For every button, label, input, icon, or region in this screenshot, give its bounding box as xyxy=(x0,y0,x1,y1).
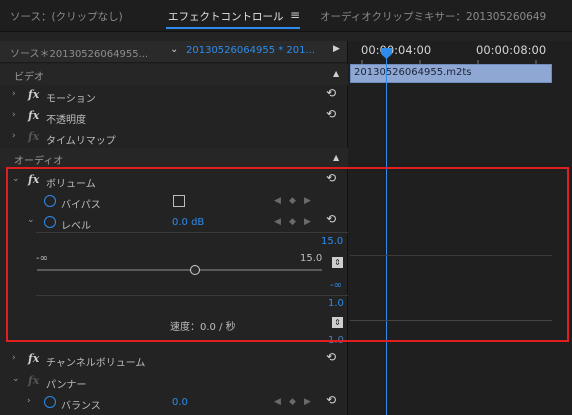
add-keyframe-icon[interactable]: ◆ xyxy=(289,397,296,407)
clip-name: 20130526064955.m2ts xyxy=(354,67,472,78)
next-keyframe-icon[interactable]: ▶ xyxy=(304,397,311,407)
source-clip-label[interactable]: ソース＊20130526064955... xyxy=(10,45,148,60)
chevron-right-icon[interactable]: › xyxy=(12,131,16,141)
fx-icon[interactable]: fx xyxy=(28,88,39,101)
stopwatch-icon[interactable] xyxy=(44,396,56,408)
chevron-down-icon[interactable]: ⌄ xyxy=(170,44,178,55)
fx-icon: fx xyxy=(28,130,40,143)
highlight-box xyxy=(6,167,569,342)
prev-keyframe-icon[interactable]: ◀ xyxy=(274,397,281,407)
reset-icon[interactable]: ⟲ xyxy=(326,393,336,407)
effect-channel-volume-label: チャンネルボリューム xyxy=(46,358,146,369)
balance-label: バランス xyxy=(61,401,101,412)
chevron-right-icon[interactable]: › xyxy=(12,353,16,363)
reset-icon[interactable]: ⟲ xyxy=(326,86,336,100)
panel-menu-icon[interactable]: ≡ xyxy=(290,8,300,22)
effect-motion-label: モーション xyxy=(46,94,96,105)
chevron-right-icon[interactable]: › xyxy=(27,396,31,406)
reset-icon[interactable]: ⟲ xyxy=(326,350,336,364)
effect-opacity-label: 不透明度 xyxy=(46,115,86,126)
fx-icon[interactable]: fx xyxy=(28,109,39,122)
collapse-up-icon[interactable]: ▲ xyxy=(333,153,339,162)
timecode-label: 00:00:08:00 xyxy=(476,43,547,57)
chevron-down-icon[interactable]: ⌄ xyxy=(12,374,20,384)
play-triangle-icon[interactable]: ▶ xyxy=(333,44,340,54)
collapse-up-icon[interactable]: ▲ xyxy=(333,69,339,78)
active-tab-indicator xyxy=(166,27,300,29)
fx-icon: fx xyxy=(28,374,40,387)
timecode-label: 00:00:04:00 xyxy=(361,43,432,57)
video-section-header xyxy=(0,64,348,85)
tab-effect-controls[interactable]: エフェクトコントロール xyxy=(168,9,284,24)
balance-value[interactable]: 0.0 xyxy=(172,397,188,408)
effect-panner-label: パンナー xyxy=(46,380,87,391)
tab-audio-clip-mixer[interactable]: オーディオクリップミキサー：201305260649 xyxy=(320,9,572,24)
playhead-marker[interactable] xyxy=(381,48,392,59)
section-label-audio: オーディオ xyxy=(14,156,64,167)
sequence-clip-label[interactable]: 20130526064955 * 201... xyxy=(186,45,315,56)
reset-icon[interactable]: ⟲ xyxy=(326,107,336,121)
chevron-right-icon[interactable]: › xyxy=(12,110,16,120)
fx-icon[interactable]: fx xyxy=(28,352,39,365)
effect-time-remap-label: タイムリマップ xyxy=(46,136,116,147)
tab-source[interactable]: ソース：(クリップなし) xyxy=(10,9,123,24)
section-label-video: ビデオ xyxy=(14,72,44,83)
chevron-right-icon[interactable]: › xyxy=(12,89,16,99)
